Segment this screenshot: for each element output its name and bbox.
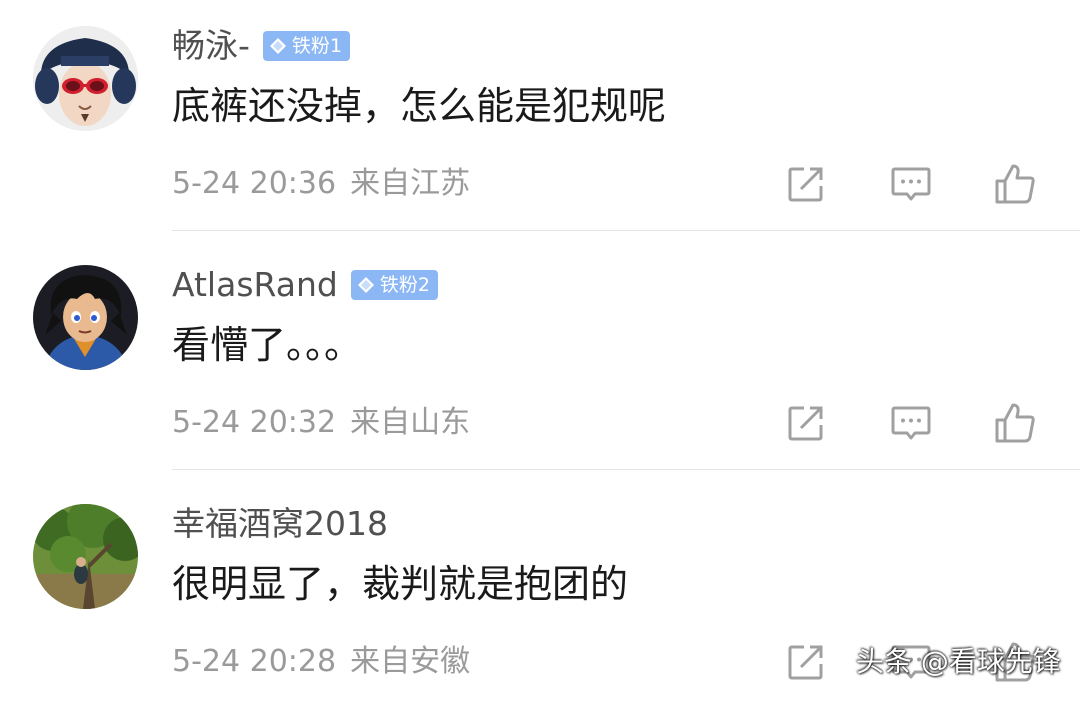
thumbs-up-icon xyxy=(995,164,1035,204)
diamond-icon xyxy=(268,36,288,56)
comment-item: 畅泳- 铁粉1 底裤还没掉，怎么能是犯规呢 5-24 20:36 来自江苏 xyxy=(0,0,1080,238)
comment-text: 很明显了，裁判就是抱团的 xyxy=(172,562,629,606)
comment-meta: 5-24 20:28 来自安徽 xyxy=(172,640,470,684)
avatar[interactable] xyxy=(33,26,138,131)
fan-badge: 铁粉1 xyxy=(262,31,351,61)
reply-button[interactable] xyxy=(888,400,934,446)
reply-icon xyxy=(891,406,931,440)
reply-button[interactable] xyxy=(888,161,934,207)
thumbs-up-icon xyxy=(995,403,1035,443)
divider xyxy=(172,230,1080,231)
forward-button[interactable] xyxy=(783,400,829,446)
badge-label: 铁粉1 xyxy=(291,35,343,57)
comment-date: 5-24 20:28 xyxy=(172,644,337,679)
avatar-tree-photo-image xyxy=(33,504,138,609)
comment-item: AtlasRand 铁粉2 看懵了。。。 5-24 20:32 来自山东 xyxy=(0,239,1080,477)
comment-date: 5-24 20:36 xyxy=(172,166,337,201)
avatar-anime-character-image xyxy=(33,265,138,370)
forward-icon xyxy=(788,406,823,441)
like-button[interactable] xyxy=(992,161,1038,207)
fan-badge: 铁粉2 xyxy=(350,270,438,300)
username-row: 畅泳- 铁粉1 xyxy=(172,24,351,68)
watermark: 头条 @看球先锋 xyxy=(856,645,1061,678)
badge-label: 铁粉2 xyxy=(379,274,430,296)
divider xyxy=(172,469,1080,470)
username[interactable]: 幸福酒窝2018 xyxy=(172,502,388,546)
comment-meta: 5-24 20:36 来自江苏 xyxy=(172,162,470,206)
like-button[interactable] xyxy=(992,400,1038,446)
comment-text: 底裤还没掉，怎么能是犯规呢 xyxy=(172,84,667,128)
forward-button[interactable] xyxy=(783,639,829,685)
comment-location: 来自江苏 xyxy=(350,166,471,201)
username[interactable]: 畅泳- xyxy=(172,24,250,68)
forward-icon xyxy=(788,645,823,680)
avatar[interactable] xyxy=(33,265,138,370)
username-row: AtlasRand 铁粉2 xyxy=(172,263,438,307)
comment-location: 来自山东 xyxy=(350,405,471,440)
comment-text: 看懵了。。。 xyxy=(172,323,363,367)
diamond-icon xyxy=(356,275,376,295)
comment-location: 来自安徽 xyxy=(350,644,471,679)
reply-icon xyxy=(891,167,931,201)
comment-date: 5-24 20:32 xyxy=(172,405,337,440)
forward-button[interactable] xyxy=(783,161,829,207)
username[interactable]: AtlasRand xyxy=(172,263,338,307)
username-row: 幸福酒窝2018 xyxy=(172,502,388,546)
comment-meta: 5-24 20:32 来自山东 xyxy=(172,401,470,445)
avatar-fur-hat-red-glasses-image xyxy=(33,26,138,131)
forward-icon xyxy=(788,167,823,202)
avatar[interactable] xyxy=(33,504,138,609)
